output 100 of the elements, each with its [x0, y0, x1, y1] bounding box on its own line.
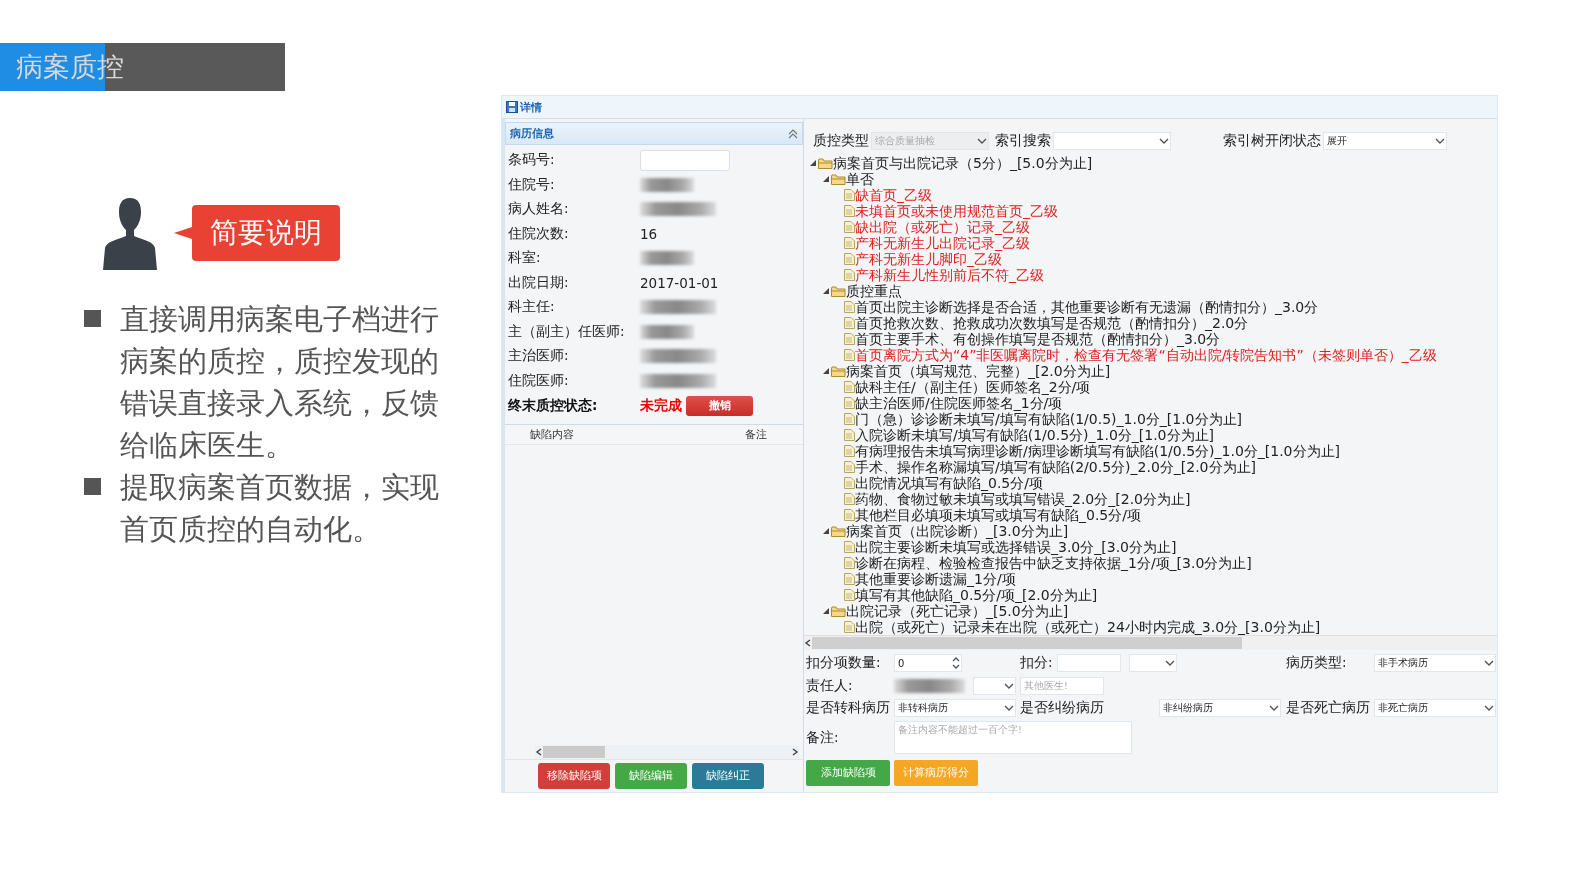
document-icon	[844, 221, 855, 233]
bullet-square-icon	[84, 478, 101, 495]
action-button[interactable]: 缺陷纠正	[692, 763, 764, 789]
select-field[interactable]: 非纠纷病历	[1159, 699, 1281, 718]
field-label: 主治医师:	[508, 347, 570, 366]
tree-node[interactable]: 病案首页（出院诊断）_[3.0分为止]	[808, 523, 1497, 539]
tree-node[interactable]: 首页主要手术、有创操作填写是否规范（酌情扣分）_3.0分	[808, 331, 1497, 347]
blurred-value	[640, 324, 694, 339]
tree-node[interactable]: 有病理报告未填写病理诊断/病理诊断填写有缺陷(1/0.5分)_1.0分_[1.0分为止]	[808, 443, 1497, 459]
tree-node[interactable]: 药物、食物过敏未填写或填写错误_2.0分_[2.0分为止]	[808, 491, 1497, 507]
cancel-button[interactable]: 撤销	[686, 396, 753, 416]
document-icon	[844, 445, 855, 457]
field-label: 病人姓名:	[508, 200, 570, 219]
tree-node[interactable]: 诊断在病程、检验检查报告中缺乏支持依据_1分/项_[3.0分为止]	[808, 555, 1497, 571]
spinner-arrows-icon[interactable]	[951, 656, 961, 671]
arrow-right-icon[interactable]	[791, 747, 799, 757]
select-field[interactable]: 非转科病历	[894, 699, 1016, 718]
tree-node[interactable]: 产科无新生儿出院记录_乙级	[808, 235, 1497, 251]
field-label: 扣分项数量:	[806, 654, 882, 673]
expanded-triangle-icon[interactable]	[823, 288, 829, 294]
collapse-icon[interactable]	[788, 128, 798, 139]
bullet-text: 提取病案首页数据，实现首页质控的自动化。	[120, 469, 440, 548]
tree-node[interactable]: 入院诊断未填写/填写有缺陷(1/0.5分)_1.0分_[1.0分为止]	[808, 427, 1497, 443]
tree-node[interactable]: 首页出院主诊断选择是否合适，其他重要诊断有无遗漏（酌情扣分）_3.0分	[808, 299, 1497, 315]
field-label: 住院次数:	[508, 224, 570, 243]
arrow-left-icon[interactable]	[804, 638, 812, 648]
tree-node[interactable]: 未填首页或未使用规范首页_乙级	[808, 203, 1497, 219]
expanded-triangle-icon[interactable]	[823, 608, 829, 614]
field-label: 扣分:	[1020, 654, 1053, 673]
document-icon	[844, 557, 855, 569]
document-icon	[844, 589, 855, 601]
field-label: 出院日期:	[508, 273, 570, 292]
tree-node[interactable]: 出院主要诊断未填写或选择错误_3.0分_[3.0分为止]	[808, 539, 1497, 555]
status-value: 未完成	[640, 397, 683, 415]
tree-node[interactable]: 首页离院方式为“4”非医嘱离院时，检查有无签署“自动出院/转院告知书”（未签则单否）_乙级	[808, 347, 1497, 363]
field-label: 科室:	[508, 249, 542, 268]
field-label: 主（副主）任医师:	[508, 322, 626, 341]
document-icon	[844, 509, 855, 521]
folder-icon	[818, 157, 833, 169]
tree-node[interactable]: 填写有其他缺陷_0.5分/项_[2.0分为止]	[808, 587, 1497, 603]
document-icon	[844, 573, 855, 585]
scrollbar[interactable]	[535, 745, 799, 759]
tree-node[interactable]: 病案首页（填写规范、完整）_[2.0分为止]	[808, 363, 1497, 379]
expanded-triangle-icon[interactable]	[823, 528, 829, 534]
blurred-value	[640, 251, 694, 266]
tree-node[interactable]: 单否	[808, 171, 1497, 187]
tree-node[interactable]: 其他栏目必填项未填写或填写有缺陷_0.5分/项	[808, 507, 1497, 523]
tree-node[interactable]: 缺科主任/（副主任）医师签名_2分/项	[808, 379, 1497, 395]
document-icon	[844, 269, 855, 281]
document-icon	[844, 429, 855, 441]
document-icon	[844, 237, 855, 249]
document-icon	[844, 317, 855, 329]
scrollbar[interactable]	[804, 635, 1497, 650]
field-label: 科主任:	[508, 298, 556, 317]
tree-node[interactable]: 出院记录（死亡记录）_[5.0分为止]	[808, 603, 1497, 619]
folder-icon	[831, 173, 846, 185]
input-field[interactable]	[640, 149, 730, 171]
field-label: 责任人:	[806, 676, 854, 695]
tree-node[interactable]: 缺首页_乙级	[808, 187, 1497, 203]
action-button[interactable]: 移除缺陷项	[538, 763, 610, 789]
arrow-left-icon[interactable]	[535, 747, 543, 757]
input-field[interactable]	[1056, 654, 1121, 673]
field-label: 是否死亡病历	[1286, 699, 1371, 718]
tree-node[interactable]: 其他重要诊断遗漏_1分/项	[808, 571, 1497, 587]
tree-node[interactable]: 质控重点	[808, 283, 1497, 299]
expanded-triangle-icon[interactable]	[823, 368, 829, 374]
tree-node[interactable]: 产科无新生儿脚印_乙级	[808, 251, 1497, 267]
tree-node[interactable]: 手术、操作名称漏填写/填写有缺陷(2/0.5分)_2.0分_[2.0分为止]	[808, 459, 1497, 475]
document-icon	[844, 349, 855, 361]
blurred-value	[894, 678, 965, 693]
select-field[interactable]: 展开	[1323, 131, 1447, 150]
folder-icon	[831, 525, 846, 537]
number-spinner[interactable]: 0	[894, 654, 962, 673]
select-field[interactable]: 非手术病历	[1374, 654, 1496, 673]
select-field[interactable]	[1128, 654, 1177, 673]
document-icon	[844, 477, 855, 489]
document-icon	[844, 621, 855, 633]
tree-node[interactable]: 病案首页与出院记录（5分）_[5.0分为止]	[808, 155, 1497, 171]
input-field[interactable]: 其他医生!	[1020, 676, 1104, 695]
document-icon	[844, 493, 855, 505]
select-field: 综合质量抽检	[871, 131, 989, 150]
tree-node[interactable]: 产科新生儿性别前后不符_乙级	[808, 267, 1497, 283]
tree-node[interactable]: 首页抢救次数、抢救成功次数填写是否规范（酌情扣分）_2.0分	[808, 315, 1497, 331]
document-icon	[844, 301, 855, 313]
tree-node[interactable]: 门（急）诊诊断未填写/填写有缺陷(1/0.5)_1.0分_[1.0分为止]	[808, 411, 1497, 427]
select-field[interactable]	[972, 676, 1016, 695]
document-icon	[844, 461, 855, 473]
field-label: 住院号:	[508, 175, 556, 194]
expanded-triangle-icon[interactable]	[810, 160, 816, 166]
tree-node[interactable]: 缺主治医师/住院医师签名_1分/项	[808, 395, 1497, 411]
expanded-triangle-icon[interactable]	[823, 176, 829, 182]
document-icon	[844, 397, 855, 409]
select-field[interactable]: 非死亡病历	[1374, 699, 1496, 718]
tree-node[interactable]: 出院情况填写有缺陷_0.5分/项	[808, 475, 1497, 491]
document-icon	[844, 381, 855, 393]
tree-node[interactable]: 缺出院（或死亡）记录_乙级	[808, 219, 1497, 235]
select-field[interactable]	[1053, 131, 1171, 150]
document-icon	[844, 541, 855, 553]
tree-node[interactable]: 出院（或死亡）记录未在出院（或死亡）24小时内完成_3.0分_[3.0分为止]	[808, 619, 1497, 635]
field-label: 病历类型:	[1286, 654, 1348, 673]
